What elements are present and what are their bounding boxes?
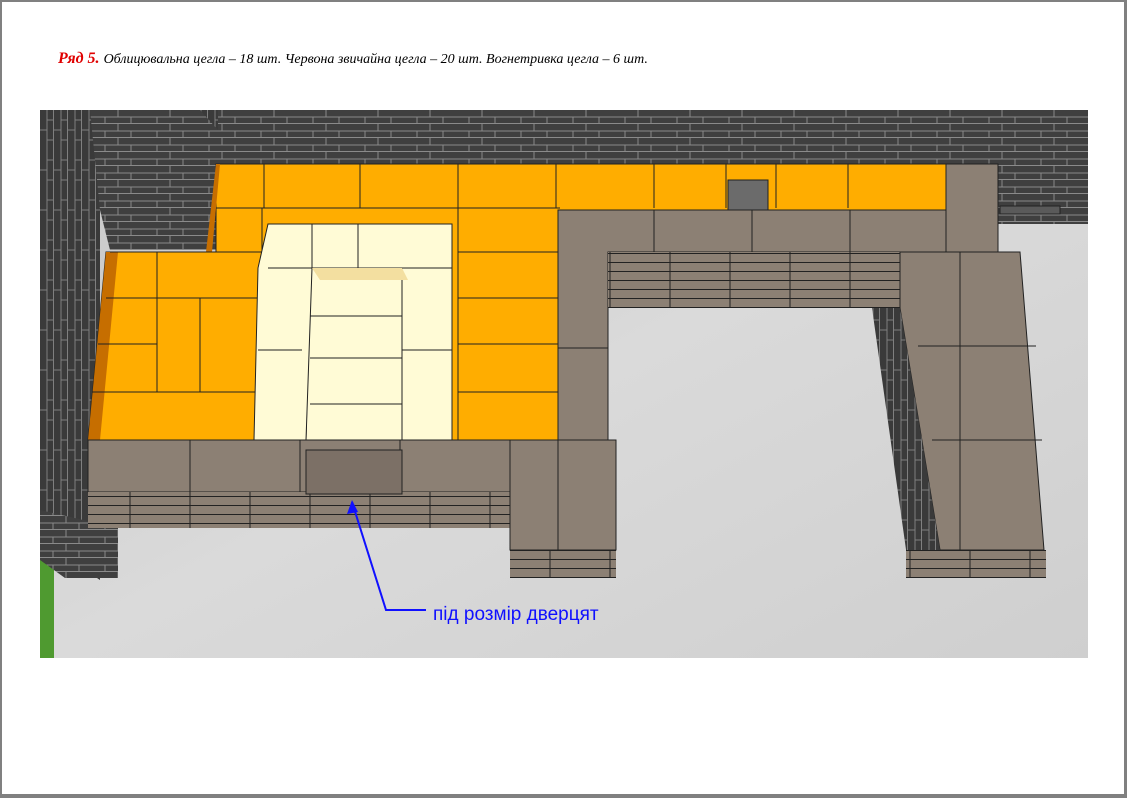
firebrick-left [253, 223, 313, 441]
door-opening [305, 449, 403, 495]
facing-right-stripes [906, 550, 1046, 578]
facing-center-stripes [608, 252, 900, 308]
row-caption: Ряд 5. Облицювальна цегла – 18 шт. Червон… [58, 50, 648, 68]
left-wall-top [90, 110, 218, 250]
masonry-row-illustration [40, 110, 1088, 658]
back-wall-right [995, 168, 1088, 224]
facing-front-stripes [88, 492, 558, 528]
facing-column-stripes [510, 550, 616, 578]
pipe [999, 205, 1061, 215]
facing-column [509, 439, 617, 551]
door-size-annotation: під розмір дверцят [433, 604, 599, 625]
firebrick-inner-shadow [312, 268, 408, 280]
row-label: Ряд 5. [58, 50, 100, 67]
back-slot [727, 179, 769, 211]
brick-counts-text: Облицювальна цегла – 18 шт. Червона звич… [103, 52, 648, 67]
